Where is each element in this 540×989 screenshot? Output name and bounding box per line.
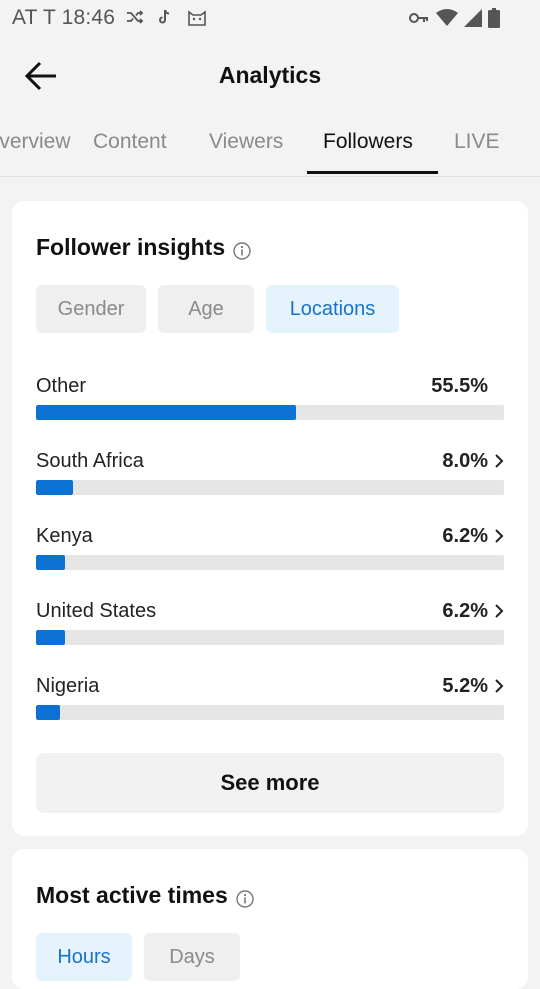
wifi-icon bbox=[436, 9, 458, 32]
chevron-right-icon bbox=[495, 454, 504, 468]
see-more-button[interactable]: See more bbox=[36, 753, 504, 813]
battery-icon bbox=[488, 8, 500, 33]
chevron-right-icon bbox=[495, 529, 504, 543]
info-icon[interactable] bbox=[233, 239, 251, 260]
follower-insights-card: Follower insights Gender Age Locations O… bbox=[12, 201, 528, 836]
location-percent: 8.0% bbox=[442, 450, 488, 472]
location-percent: 5.2% bbox=[442, 675, 488, 697]
progress-track bbox=[36, 630, 504, 645]
progress-track bbox=[36, 705, 504, 720]
page-title: Analytics bbox=[218, 62, 322, 88]
progress-fill bbox=[36, 405, 296, 420]
chip-days[interactable]: Days bbox=[144, 933, 240, 981]
section-title: Most active times bbox=[36, 882, 228, 908]
chevron-right-icon bbox=[495, 679, 504, 693]
chip-age[interactable]: Age bbox=[158, 285, 254, 333]
tab-live[interactable]: LIVE bbox=[454, 130, 500, 154]
follower-insights-header: Follower insights bbox=[36, 234, 251, 261]
signal-icon bbox=[464, 9, 482, 32]
chip-gender[interactable]: Gender bbox=[36, 285, 146, 333]
location-row-kenya[interactable]: Kenya 6.2% bbox=[36, 525, 504, 575]
shuffle-icon bbox=[126, 9, 144, 30]
tab-bar: Overview Content Viewers Followers LIVE bbox=[0, 114, 540, 177]
location-percent: 55.5% bbox=[431, 375, 488, 397]
key-icon bbox=[408, 11, 430, 30]
location-row-other: Other 55.5% bbox=[36, 375, 504, 425]
location-name: Kenya bbox=[36, 525, 93, 547]
tab-content[interactable]: Content bbox=[93, 130, 167, 154]
status-time: AT T 18:46 bbox=[12, 6, 116, 29]
chevron-right-icon bbox=[495, 604, 504, 618]
location-name: Other bbox=[36, 375, 87, 397]
chip-hours[interactable]: Hours bbox=[36, 933, 132, 981]
cat-icon bbox=[186, 7, 208, 32]
most-active-times-header: Most active times bbox=[36, 882, 254, 909]
most-active-times-card: Most active times Hours Days bbox=[12, 849, 528, 989]
location-name: Nigeria bbox=[36, 675, 100, 697]
section-title: Follower insights bbox=[36, 234, 226, 260]
active-tab-indicator bbox=[307, 171, 438, 174]
progress-track bbox=[36, 480, 504, 495]
tab-viewers[interactable]: Viewers bbox=[209, 130, 283, 154]
tab-followers[interactable]: Followers bbox=[323, 130, 413, 154]
progress-track bbox=[36, 405, 504, 420]
info-icon[interactable] bbox=[236, 887, 254, 908]
status-bar: AT T 18:46 bbox=[0, 0, 540, 38]
chip-locations[interactable]: Locations bbox=[266, 285, 399, 333]
location-name: South Africa bbox=[36, 450, 144, 472]
progress-fill bbox=[36, 480, 74, 495]
location-percent: 6.2% bbox=[442, 525, 488, 547]
progress-fill bbox=[36, 705, 61, 720]
tab-overview[interactable]: Overview bbox=[0, 130, 71, 154]
tiktok-icon bbox=[158, 9, 172, 30]
progress-track bbox=[36, 555, 504, 570]
location-percent: 6.2% bbox=[442, 600, 488, 622]
location-row-nigeria[interactable]: Nigeria 5.2% bbox=[36, 675, 504, 725]
location-row-united-states[interactable]: United States 6.2% bbox=[36, 600, 504, 650]
app-bar: Analytics bbox=[0, 38, 540, 114]
location-name: United States bbox=[36, 600, 157, 622]
progress-fill bbox=[36, 630, 66, 645]
progress-fill bbox=[36, 555, 66, 570]
location-row-south-africa[interactable]: South Africa 8.0% bbox=[36, 450, 504, 500]
